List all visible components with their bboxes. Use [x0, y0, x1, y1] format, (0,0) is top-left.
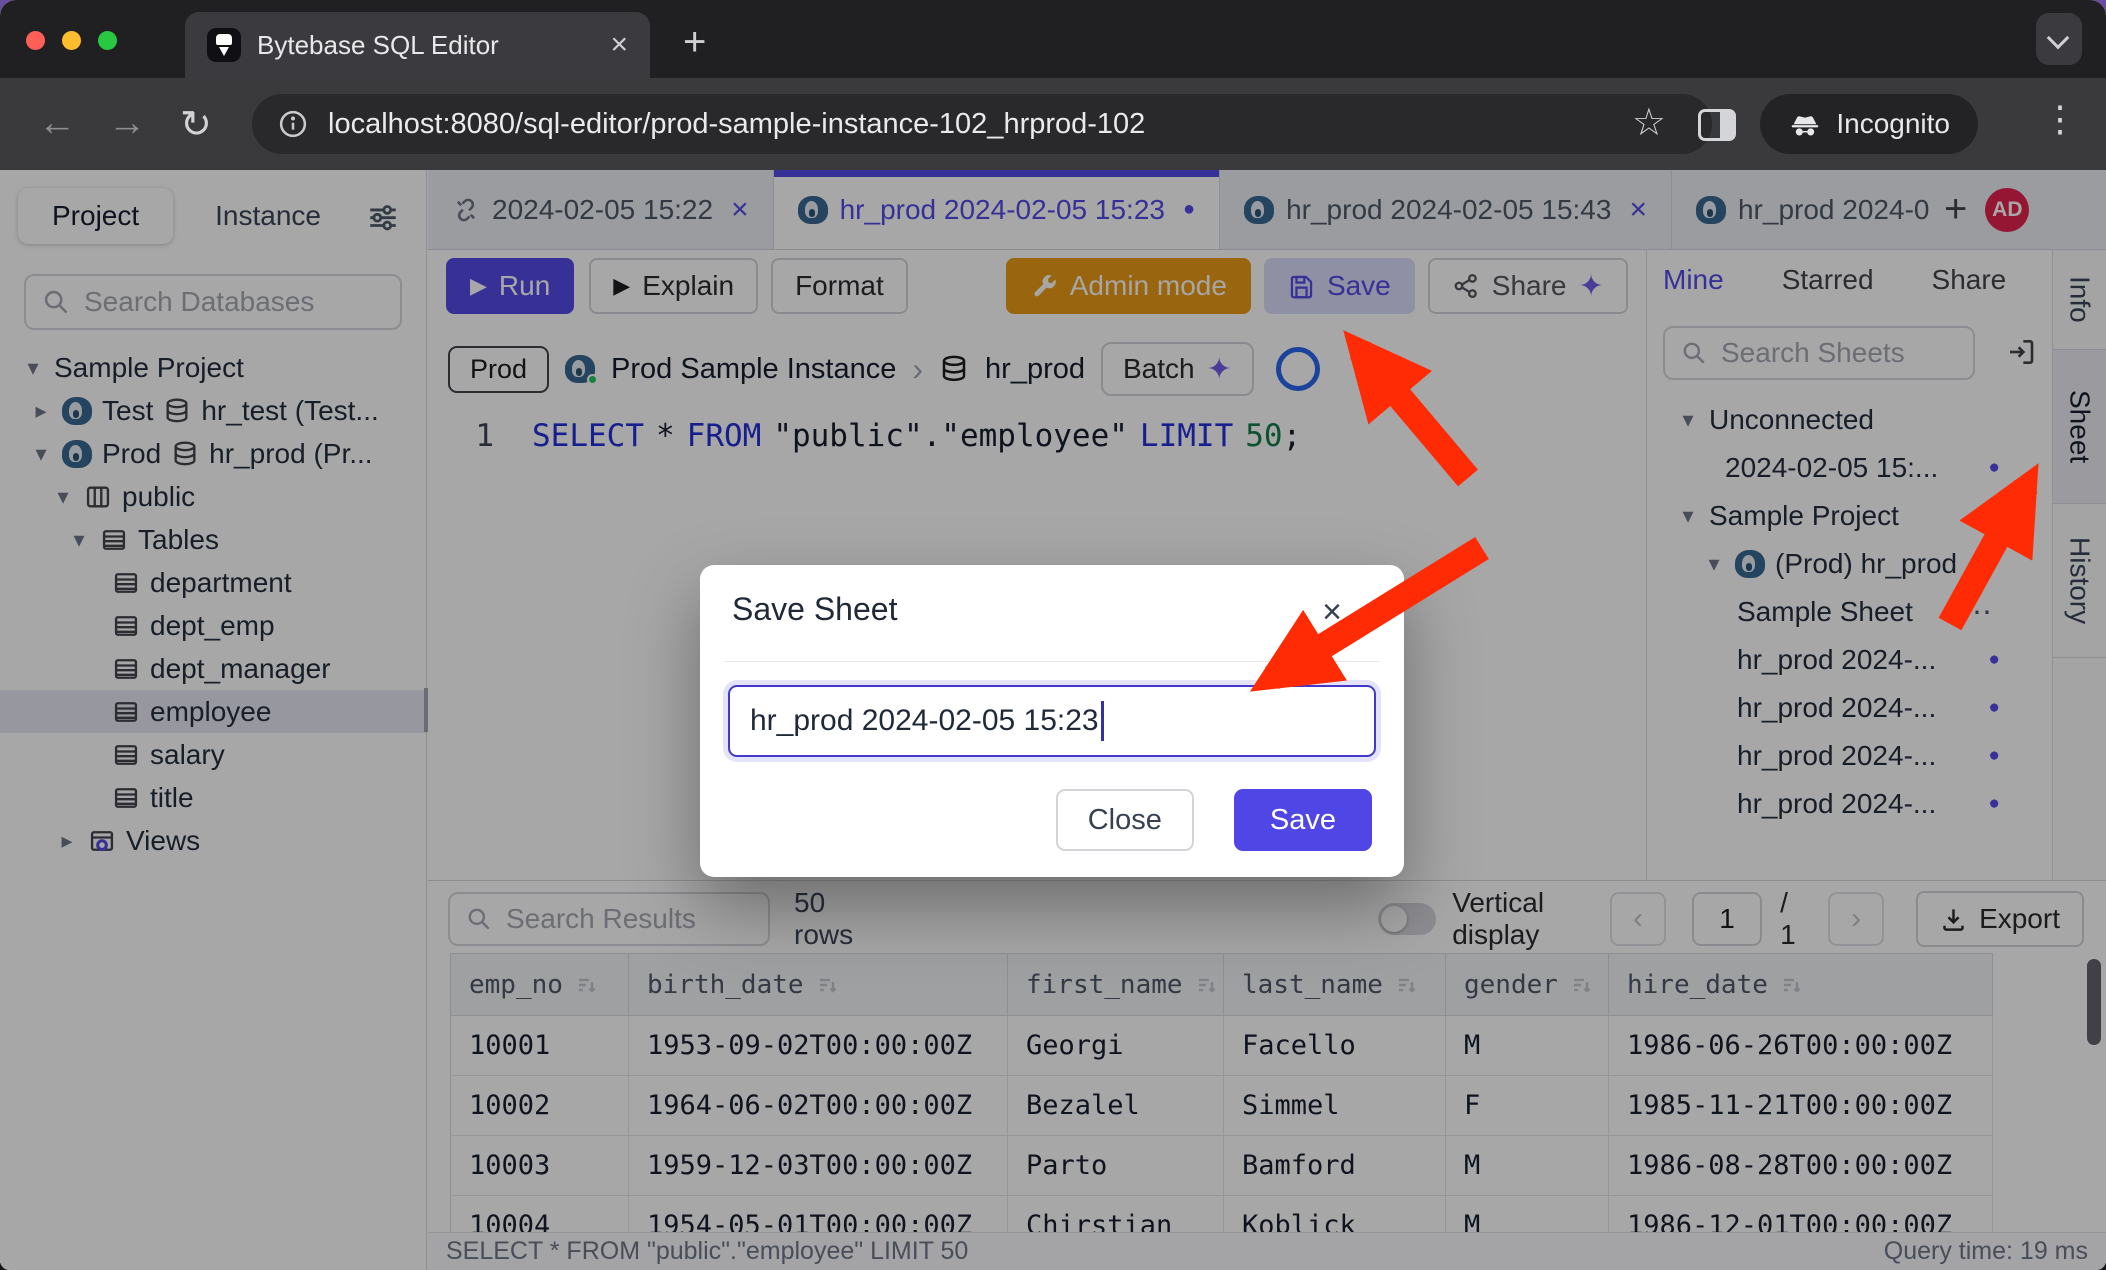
forward-button[interactable]: → [108, 102, 146, 145]
incognito-spy-icon [1788, 107, 1822, 141]
reload-button[interactable]: ↻ [180, 102, 212, 147]
new-tab-button[interactable]: + [683, 22, 706, 62]
desktop: Bytebase SQL Editor × + ← → ↻ localhost:… [0, 0, 2106, 1270]
tab-search-button[interactable] [2036, 13, 2082, 65]
save-label: Save [1270, 804, 1336, 837]
bookmark-star-icon[interactable]: ☆ [1632, 100, 1666, 145]
browser-navbar: ← → ↻ localhost:8080/sql-editor/prod-sam… [0, 78, 2106, 170]
dialog-close-button[interactable]: Close [1056, 789, 1194, 851]
browser-tab[interactable]: Bytebase SQL Editor × [185, 12, 650, 78]
page-content: Project Instance Search Databases ▾ Samp… [0, 170, 2106, 1270]
dialog-save-button[interactable]: Save [1234, 789, 1372, 851]
side-panel-icon[interactable] [1698, 109, 1736, 141]
site-info-icon[interactable] [278, 109, 308, 139]
browser-tab-title: Bytebase SQL Editor [257, 30, 594, 61]
url-text: localhost:8080/sql-editor/prod-sample-in… [328, 108, 1145, 141]
tab-close-icon[interactable]: × [610, 30, 628, 60]
dialog-title: Save Sheet [732, 591, 897, 628]
browser-window: Bytebase SQL Editor × + ← → ↻ localhost:… [0, 0, 2106, 1270]
dialog-divider [724, 661, 1380, 662]
browser-tabstrip: Bytebase SQL Editor × + [0, 0, 2106, 78]
minimize-window-button[interactable] [62, 31, 81, 50]
close-label: Close [1088, 804, 1162, 837]
dialog-actions: Close Save [1056, 789, 1372, 851]
back-button[interactable]: ← [38, 102, 76, 145]
address-bar[interactable]: localhost:8080/sql-editor/prod-sample-in… [252, 94, 1712, 154]
maximize-window-button[interactable] [98, 31, 117, 50]
dialog-close-icon[interactable]: × [1322, 595, 1342, 629]
text-cursor [1101, 701, 1104, 741]
incognito-badge: Incognito [1760, 94, 1978, 154]
incognito-label: Incognito [1836, 108, 1950, 140]
bytebase-favicon-icon [207, 28, 241, 62]
chevron-down-icon [2047, 27, 2070, 50]
sheet-name-value: hr_prod 2024-02-05 15:23 [750, 704, 1099, 738]
browser-menu-icon[interactable]: ⋮ [2042, 98, 2078, 140]
sheet-name-input[interactable]: hr_prod 2024-02-05 15:23 [728, 685, 1376, 757]
window-controls [26, 31, 117, 50]
close-window-button[interactable] [26, 31, 45, 50]
save-sheet-dialog: Save Sheet × hr_prod 2024-02-05 15:23 Cl… [700, 565, 1404, 877]
